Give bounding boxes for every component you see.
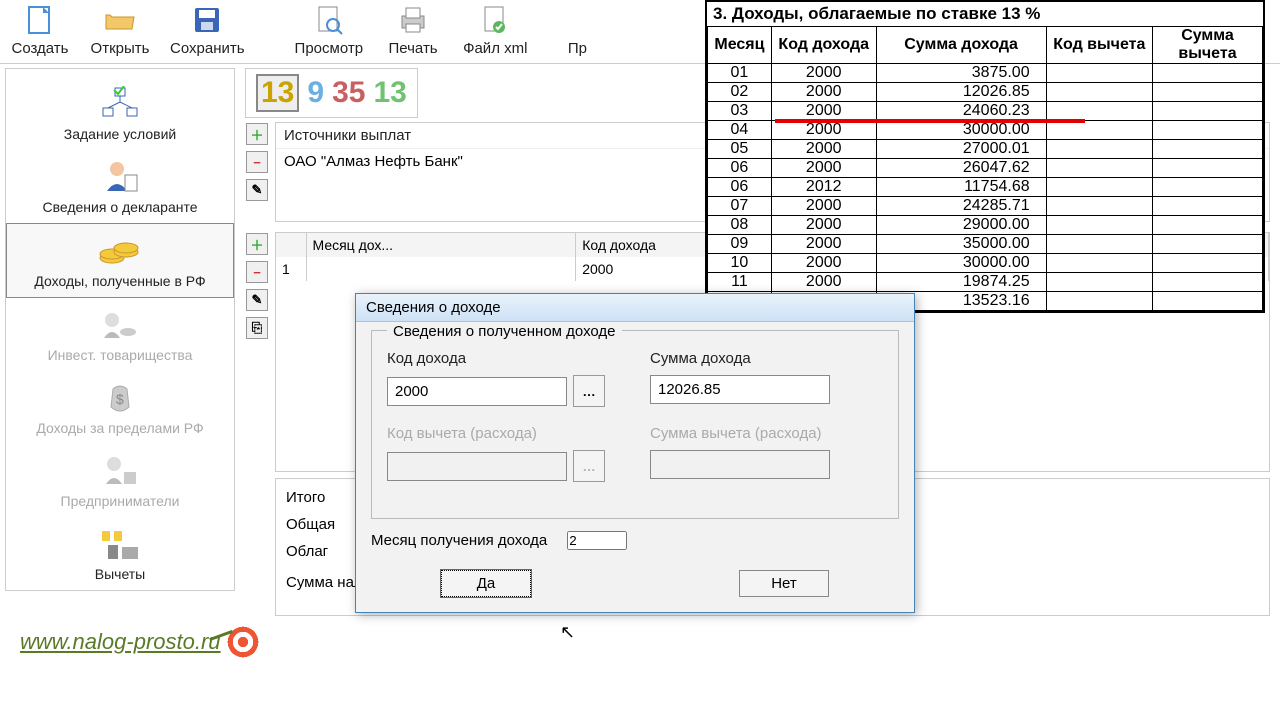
tax-rate-tabs: 13 9 35 13 [245, 68, 418, 118]
create-button[interactable]: Создать [0, 0, 80, 63]
ref-row: 11200019874.25 [708, 273, 1263, 292]
rate-9-tab[interactable]: 9 [307, 76, 324, 110]
sidebar: Задание условий Сведения о декларанте До… [5, 68, 235, 591]
xml-label: Файл xml [463, 40, 527, 57]
check-label: Пр [568, 40, 587, 57]
month-input[interactable] [567, 531, 627, 550]
ref-row: 03200024060.23 [708, 102, 1263, 121]
conditions-label: Задание условий [64, 126, 176, 142]
moneybag-icon: $ [98, 379, 142, 417]
add-income-button[interactable]: ＋ [246, 233, 268, 255]
printer-icon [397, 4, 429, 36]
ded-code-lookup-button: … [573, 450, 605, 482]
rate-13b-tab[interactable]: 13 [373, 76, 406, 110]
xml-file-icon [479, 4, 511, 36]
watermark: www.nalog-prosto.ru [20, 624, 261, 660]
ref-col-month: Месяц [708, 27, 772, 64]
ref-col-sum: Сумма дохода [876, 27, 1046, 64]
ded-code-input [387, 452, 567, 481]
invest-icon [98, 306, 142, 344]
entrepreneur-icon [98, 452, 142, 490]
dialog-group-label: Сведения о полученном доходе [387, 323, 622, 340]
ref-row: 09200035000.00 [708, 235, 1263, 254]
edit-source-button[interactable]: ✎ [246, 179, 268, 201]
xml-file-button[interactable]: Файл xml [453, 0, 537, 63]
deductions-label: Вычеты [95, 566, 146, 582]
ded-sum-label: Сумма вычета (расхода) [650, 425, 883, 442]
declarant-label: Сведения о декларанте [42, 199, 197, 215]
ref-row: 08200029000.00 [708, 216, 1263, 235]
svg-text:$: $ [116, 391, 124, 407]
coins-icon [98, 232, 142, 270]
print-button[interactable]: Печать [373, 0, 453, 63]
invest-label: Инвест. товарищества [48, 347, 193, 363]
ref-row: 06201211754.68 [708, 178, 1263, 197]
sidebar-item-income-rf[interactable]: Доходы, полученные в РФ [6, 223, 234, 298]
watermark-text: www.nalog-prosto.ru [20, 629, 221, 655]
sidebar-item-entrepreneurs[interactable]: Предприниматели [6, 444, 234, 517]
magnifier-page-icon [313, 4, 345, 36]
highlight-line [775, 119, 1085, 123]
entrepreneurs-label: Предприниматели [61, 493, 180, 509]
rate-13-tab[interactable]: 13 [256, 74, 299, 112]
foreign-label: Доходы за пределами РФ [36, 420, 203, 436]
conditions-icon [98, 85, 142, 123]
month-label: Месяц получения дохода [371, 532, 547, 549]
col-month[interactable]: Месяц дох... [306, 233, 576, 257]
ref-col-dcode: Код вычета [1046, 27, 1152, 64]
add-source-button[interactable]: ＋ [246, 123, 268, 145]
rate-35-tab[interactable]: 35 [332, 76, 365, 110]
ref-row: 0120003875.00 [708, 64, 1263, 83]
preview-button[interactable]: Просмотр [285, 0, 374, 63]
sum-label: Сумма дохода [650, 350, 883, 367]
ref-row: 06200026047.62 [708, 159, 1263, 178]
check-button[interactable]: Пр [537, 0, 617, 63]
code-input[interactable] [387, 377, 567, 406]
code-label: Код дохода [387, 350, 620, 367]
ref-row: 02200012026.85 [708, 83, 1263, 102]
sidebar-item-declarant[interactable]: Сведения о декларанте [6, 150, 234, 223]
new-file-icon [24, 4, 56, 36]
ded-sum-input [650, 450, 830, 479]
save-label: Сохранить [170, 40, 245, 57]
code-lookup-button[interactable]: … [573, 375, 605, 407]
income-rf-label: Доходы, полученные в РФ [34, 273, 205, 289]
ref-row: 10200030000.00 [708, 254, 1263, 273]
remove-income-button[interactable]: − [246, 261, 268, 283]
ref-row: 07200024285.71 [708, 197, 1263, 216]
ref-row: 04200030000.00 [708, 121, 1263, 140]
yes-button[interactable]: Да [441, 570, 531, 597]
preview-label: Просмотр [295, 40, 364, 57]
sum-input[interactable] [650, 375, 830, 404]
folder-open-icon [104, 4, 136, 36]
open-button[interactable]: Открыть [80, 0, 160, 63]
dialog-title: Сведения о доходе [356, 294, 914, 322]
floppy-icon [191, 4, 223, 36]
income-dialog: Сведения о доходе Сведения о полученном … [355, 293, 915, 613]
create-label: Создать [11, 40, 68, 57]
ref-col-dsum: Сумма вычета [1153, 27, 1263, 64]
ref-col-code: Код дохода [771, 27, 876, 64]
edit-income-button[interactable]: ✎ [246, 289, 268, 311]
save-button[interactable]: Сохранить [160, 0, 255, 63]
open-label: Открыть [91, 40, 150, 57]
ded-code-label: Код вычета (расхода) [387, 425, 620, 442]
sidebar-item-conditions[interactable]: Задание условий [6, 77, 234, 150]
person-icon [98, 158, 142, 196]
ref-title: 3. Доходы, облагаемые по ставке 13 % [707, 2, 1263, 26]
sidebar-item-deductions[interactable]: Вычеты [6, 517, 234, 590]
print-label: Печать [388, 40, 437, 57]
remove-source-button[interactable]: − [246, 151, 268, 173]
deductions-icon [98, 525, 142, 563]
bullseye-icon [225, 624, 261, 660]
ref-row: 05200027000.01 [708, 140, 1263, 159]
copy-income-button[interactable]: ⎘ [246, 317, 268, 339]
no-button[interactable]: Нет [739, 570, 829, 597]
reference-document: 3. Доходы, облагаемые по ставке 13 % Мес… [705, 0, 1265, 313]
sidebar-item-invest[interactable]: Инвест. товарищества [6, 298, 234, 371]
sidebar-item-foreign[interactable]: $ Доходы за пределами РФ [6, 371, 234, 444]
